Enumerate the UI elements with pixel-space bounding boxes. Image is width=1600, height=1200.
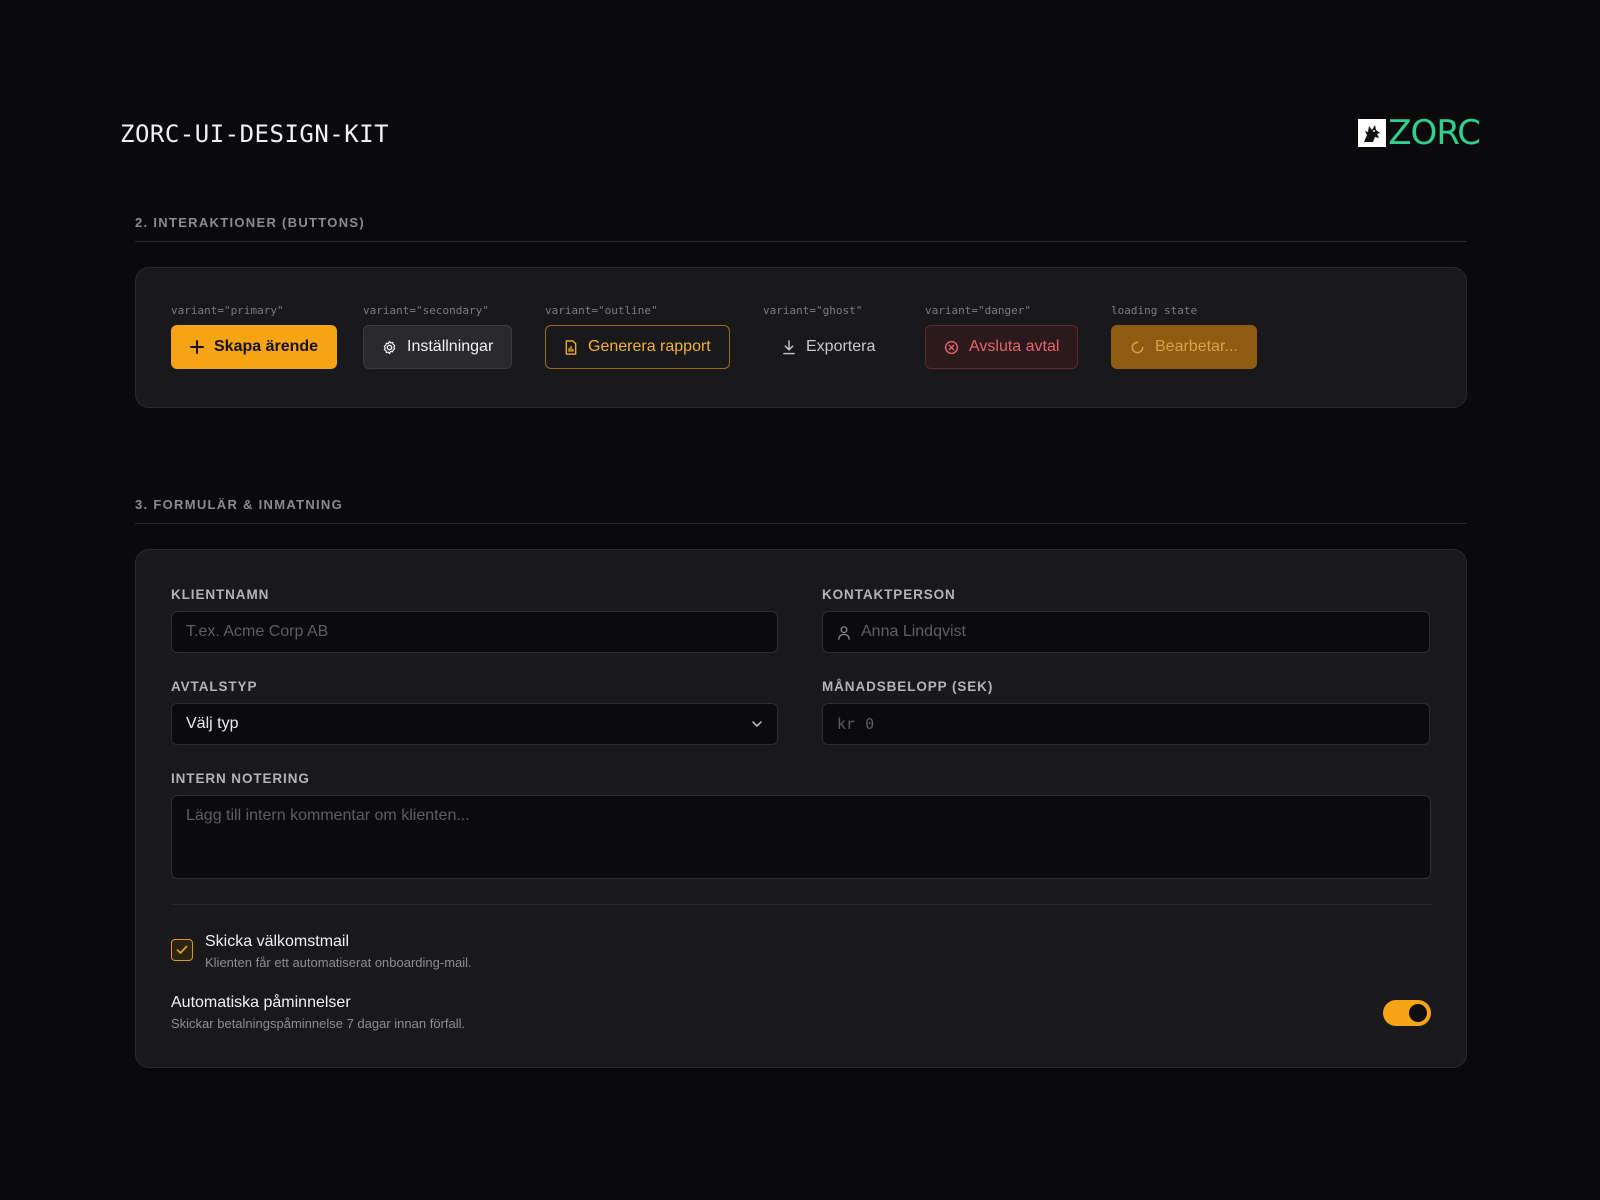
toggle-knob — [1409, 1003, 1427, 1022]
variant-label: variant="secondary" — [363, 304, 489, 317]
user-icon — [838, 625, 850, 640]
note-label: INTERN NOTERING — [171, 771, 310, 786]
variant-label: variant="primary" — [171, 304, 284, 317]
monthly-amount-field: MÅNADSBELOPP (SEK) kr 0 — [822, 679, 1430, 745]
monthly-amount-input[interactable]: kr 0 — [822, 703, 1430, 745]
contact-placeholder: Anna Lindqvist — [861, 623, 966, 640]
reminders-toggle[interactable] — [1383, 999, 1431, 1026]
chevron-down-icon — [752, 721, 762, 727]
brand-logo: ZORC — [1358, 113, 1481, 153]
welcome-mail-title: Skicka välkomstmail — [205, 933, 350, 950]
section-title-form: 3. FORMULÄR & INMATNING — [135, 497, 1467, 524]
monthly-amount-placeholder: 0 — [865, 715, 875, 733]
reminders-description: Skickar betalningspåminnelse 7 dagar inn… — [171, 1016, 466, 1031]
processing-button[interactable]: Bearbetar... — [1111, 325, 1257, 369]
variant-label: variant="danger" — [925, 304, 1031, 317]
agreement-type-field: AVTALSTYP Välj typ — [171, 679, 778, 745]
spinner-icon — [1131, 341, 1144, 353]
contact-label: KONTAKTPERSON — [822, 587, 956, 602]
agreement-type-label: AVTALSTYP — [171, 679, 258, 694]
button-group-outline: variant="outline" Generera rapport — [545, 304, 730, 369]
welcome-mail-option: Skicka välkomstmail Klienten får ett aut… — [171, 933, 472, 970]
x-circle-icon — [944, 340, 959, 354]
create-case-button[interactable]: Skapa ärende — [171, 325, 338, 369]
variant-label: variant="outline" — [545, 304, 658, 317]
variant-label: loading state — [1111, 304, 1198, 317]
buttons-card: variant="primary" Skapa ärende variant="… — [135, 267, 1467, 408]
reminders-option: Automatiska påminnelser Skickar betalnin… — [171, 994, 1431, 1031]
welcome-mail-checkbox[interactable] — [171, 939, 193, 961]
button-label: Generera rapport — [588, 338, 711, 355]
settings-button[interactable]: Inställningar — [363, 325, 513, 369]
gear-icon — [383, 340, 396, 354]
client-name-label: KLIENTNAMN — [171, 587, 270, 602]
button-label: Inställningar — [407, 338, 494, 355]
download-icon — [783, 339, 795, 354]
button-group-primary: variant="primary" Skapa ärende — [171, 304, 338, 369]
wolf-logo-icon — [1358, 119, 1387, 147]
check-icon — [176, 945, 188, 954]
button-group-ghost: variant="ghost" Exportera — [763, 304, 894, 369]
reminders-title: Automatiska påminnelser — [171, 994, 351, 1011]
variant-label: variant="ghost" — [763, 304, 863, 317]
button-label: Bearbetar... — [1155, 338, 1238, 355]
contact-field: KONTAKTPERSON Anna Lindqvist — [822, 587, 1430, 653]
contact-input[interactable]: Anna Lindqvist — [822, 611, 1430, 653]
form-divider — [171, 904, 1431, 905]
note-textarea[interactable]: Lägg till intern kommentar om klienten..… — [171, 795, 1431, 879]
button-group-loading: loading state Bearbetar... — [1111, 304, 1257, 369]
plus-icon — [190, 340, 204, 354]
note-field: INTERN NOTERING Lägg till intern komment… — [171, 771, 1431, 879]
welcome-mail-description: Klienten får ett automatiserat onboardin… — [205, 955, 472, 970]
agreement-type-value: Välj typ — [186, 715, 239, 732]
button-label: Skapa ärende — [214, 338, 319, 355]
monthly-amount-label: MÅNADSBELOPP (SEK) — [822, 679, 994, 694]
form-card: KLIENTNAMN T.ex. Acme Corp AB KONTAKTPER… — [135, 549, 1467, 1068]
button-group-secondary: variant="secondary" Inställningar — [363, 304, 513, 369]
logo-text: ZORC — [1388, 113, 1481, 153]
client-name-field: KLIENTNAMN T.ex. Acme Corp AB — [171, 587, 778, 653]
report-icon — [565, 339, 577, 355]
end-agreement-button[interactable]: Avsluta avtal — [925, 325, 1079, 369]
note-placeholder: Lägg till intern kommentar om klienten..… — [186, 807, 470, 824]
agreement-type-select[interactable]: Välj typ — [171, 703, 778, 745]
client-name-input[interactable]: T.ex. Acme Corp AB — [171, 611, 778, 653]
button-group-danger: variant="danger" Avsluta avtal — [925, 304, 1079, 369]
section-title-buttons: 2. INTERAKTIONER (BUTTONS) — [135, 215, 1467, 242]
generate-report-button[interactable]: Generera rapport — [545, 325, 730, 369]
button-label: Exportera — [806, 338, 876, 355]
currency-prefix: kr — [837, 715, 856, 733]
button-label: Avsluta avtal — [969, 338, 1060, 355]
client-name-placeholder: T.ex. Acme Corp AB — [186, 623, 329, 640]
export-button[interactable]: Exportera — [763, 325, 894, 369]
page-title: ZORC-UI-DESIGN-KIT — [120, 120, 390, 148]
